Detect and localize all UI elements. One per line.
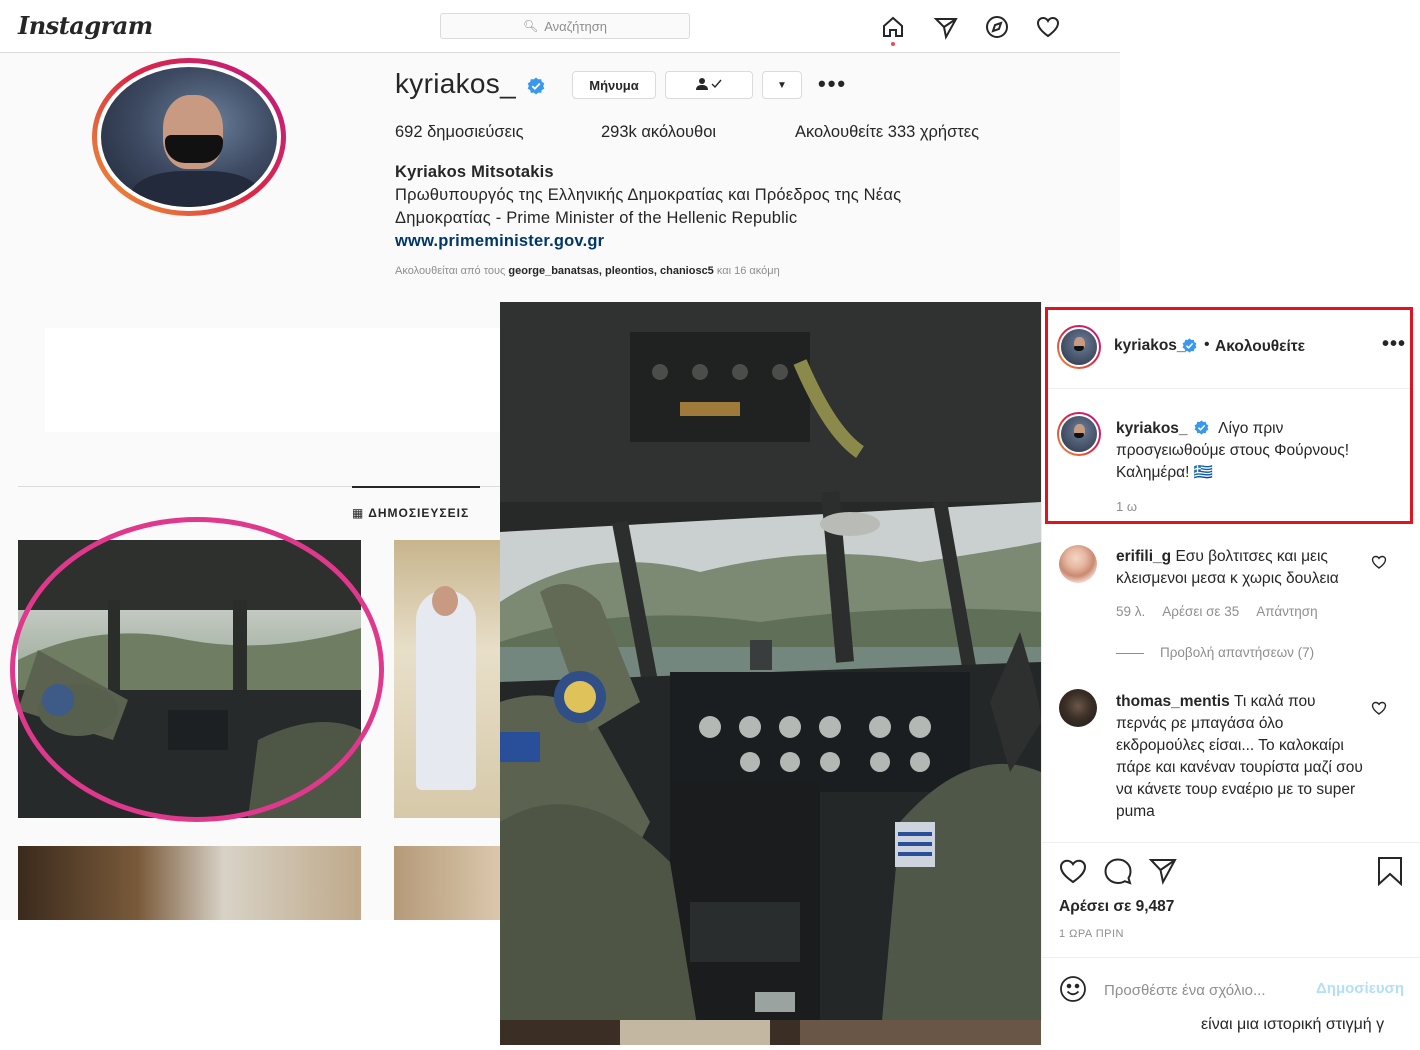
annotation-circle [10,517,384,822]
comment-text: Τι καλά που περνάς ρε μπαγάσα όλο εκδρομ… [1116,693,1363,820]
home-active-dot [891,42,895,46]
view-replies-button[interactable]: Προβολή απαντήσεων (7) [1116,645,1314,660]
direct-icon[interactable] [933,14,959,40]
likes-count[interactable]: Αρέσει σε 9,487 [1059,898,1174,916]
search-box[interactable]: 🔍︎ Αναζήτηση [440,13,690,39]
search-placeholder: Αναζήτηση [544,18,608,34]
background-trailing-text: είναι μια ιστορική στιγμή γ [1201,1016,1385,1033]
background-feed-strip [500,1020,1041,1045]
actions-divider [1041,842,1420,843]
post-timestamp[interactable]: 1 ΩΡΑ ΠΡΙΝ [1059,928,1124,940]
person-check-icon [694,77,724,94]
instagram-logo[interactable]: Instagram [18,11,153,40]
profile-avatar-ring[interactable] [92,58,286,216]
following-button[interactable] [665,71,753,99]
profile-avatar [97,63,281,211]
followed-by-users[interactable]: george_banatsas, pleontios, chaniosc5 [508,265,713,277]
comment-item: thomas_mentis Τι καλά που περνάς ρε μπαγ… [1116,691,1366,823]
comment-username[interactable]: thomas_mentis [1116,693,1230,710]
post-thumbnail-4[interactable] [394,846,504,920]
explore-icon[interactable] [984,14,1010,40]
followed-by-suffix[interactable]: και 16 ακόμη [717,265,780,277]
comment-age[interactable]: 59 λ. [1116,604,1145,619]
publish-comment-button[interactable]: Δημοσίευση [1316,980,1404,997]
triangle-down-icon: ▼ [777,79,787,91]
comment-like-heart-icon[interactable] [1371,700,1387,716]
more-options-icon[interactable]: ••• [818,73,847,95]
message-button[interactable]: Μήνυμα [572,71,656,99]
posts-count[interactable]: 692 δημοσιεύσεις [395,123,524,142]
followers-count[interactable]: 293k ακόλουθοι [601,123,716,142]
like-heart-icon[interactable] [1058,856,1088,886]
add-comment-input[interactable] [1104,978,1304,1002]
highlights-area [45,328,515,432]
comment-username[interactable]: erifili_g [1116,548,1171,565]
commenter-avatar[interactable] [1059,689,1097,727]
top-navigation-bar: Instagram 🔍︎ Αναζήτηση [0,0,1120,53]
activity-heart-icon[interactable] [1035,14,1061,40]
profile-bio: Kyriakos Mitsotakis Πρωθυπουργός της Ελλ… [395,161,1035,253]
followed-by-prefix: Ακολουθείται από τους [395,265,506,277]
comment-box-divider [1041,957,1420,958]
tab-posts-label: ΔΗΜΟΣΙΕΥΣΕΙΣ [368,506,470,520]
commenter-avatar[interactable] [1059,545,1097,583]
annotation-red-box [1045,307,1413,524]
home-icon[interactable] [880,14,906,40]
following-count[interactable]: Ακολουθείτε 333 χρήστες [795,123,979,142]
background-text-strip: είναι μια ιστορική στιγμή γ [1041,1016,1420,1045]
active-tab-indicator [352,486,480,488]
search-icon: 🔍︎ [522,19,539,33]
tab-posts[interactable]: ▦ ΔΗΜΟΣΙΕΥΣΕΙΣ [352,506,469,520]
post-photo-helicopter-cockpit[interactable] [500,302,1041,1043]
comment-item: erifili_g Εσυ βολτιτσες και μεις κλεισμε… [1116,546,1366,590]
comment-like-heart-icon[interactable] [1371,554,1387,570]
comment-bubble-icon[interactable] [1103,856,1133,886]
suggestions-dropdown-button[interactable]: ▼ [762,71,802,99]
profile-full-name: Kyriakos Mitsotakis [395,163,554,181]
view-replies-label: Προβολή απαντήσεων (7) [1160,645,1315,660]
emoji-icon[interactable] [1058,974,1088,1004]
verified-badge-icon [527,77,545,95]
comment-meta: 59 λ. Αρέσει σε 35 Απάντηση [1116,604,1332,619]
website-link[interactable]: www.primeminister.gov.gr [395,230,1035,253]
bio-line-1: Πρωθυπουργός της Ελληνικής Δημοκρατίας κ… [395,186,902,204]
replies-dash [1116,652,1144,654]
reply-button[interactable]: Απάντηση [1256,604,1317,619]
post-thumbnail-office[interactable] [394,540,504,818]
save-bookmark-icon[interactable] [1375,856,1405,887]
post-thumbnail-meeting[interactable] [18,846,361,920]
share-paper-plane-icon[interactable] [1148,856,1178,886]
followed-by-text: Ακολουθείται από τους george_banatsas, p… [395,265,780,277]
grid-icon: ▦ [352,506,365,520]
bio-line-2: Δημοκρατίας - Prime Minister of the Hell… [395,209,798,227]
comment-likes[interactable]: Αρέσει σε 35 [1162,604,1239,619]
profile-username: kyriakos_ [395,68,516,99]
